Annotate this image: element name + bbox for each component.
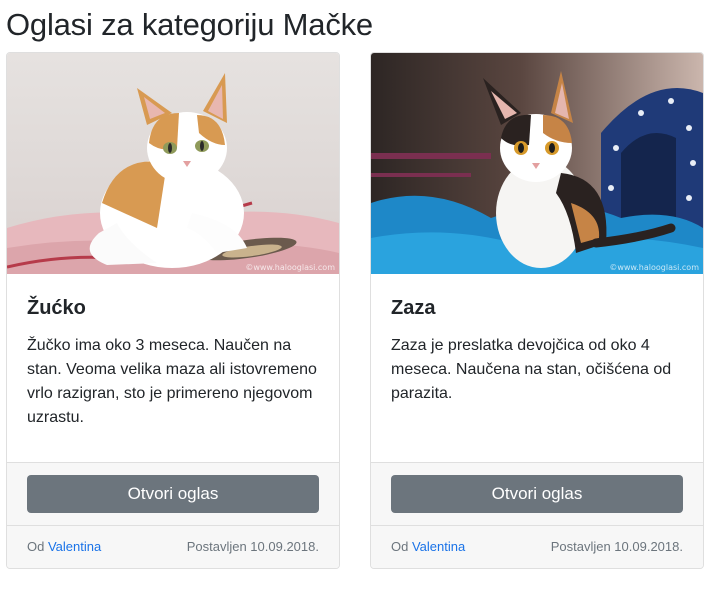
page-title: Oglasi za kategoriju Mačke <box>6 7 373 42</box>
ad-description: Žučko ima oko 3 meseca. Naučen na stan. … <box>27 337 317 426</box>
cat-photo-image <box>7 53 339 274</box>
ad-card-body: Žućko Žučko ima oko 3 meseca. Naučen na … <box>7 274 339 462</box>
ad-actions: Otvori oglas <box>7 462 339 526</box>
ad-card: ©www.halooglasi.com Zaza Zaza je preslat… <box>370 52 704 569</box>
image-watermark: ©www.halooglasi.com <box>245 263 335 272</box>
ad-title: Zaza <box>391 297 436 319</box>
by-label: Od <box>391 539 409 554</box>
by-label: Od <box>27 539 45 554</box>
ad-posted-date: Postavljen 10.09.2018. <box>550 539 683 554</box>
ad-actions: Otvori oglas <box>371 462 703 526</box>
ad-card-body: Zaza Zaza je preslatka devojčica od oko … <box>371 274 703 462</box>
ad-image[interactable]: ©www.halooglasi.com <box>371 53 703 274</box>
cat-photo-image <box>371 53 703 274</box>
ad-image[interactable]: ©www.halooglasi.com <box>7 53 339 274</box>
ad-author: Od Valentina <box>391 539 465 554</box>
ad-posted-date: Postavljen 10.09.2018. <box>186 539 319 554</box>
author-link[interactable]: Valentina <box>48 539 101 554</box>
author-link[interactable]: Valentina <box>412 539 465 554</box>
open-ad-button[interactable]: Otvori oglas <box>391 475 683 513</box>
image-watermark: ©www.halooglasi.com <box>609 263 699 272</box>
ad-author: Od Valentina <box>27 539 101 554</box>
open-ad-button[interactable]: Otvori oglas <box>27 475 319 513</box>
ad-title: Žućko <box>27 297 86 319</box>
ad-footer: Od Valentina Postavljen 10.09.2018. <box>7 526 339 568</box>
ad-footer: Od Valentina Postavljen 10.09.2018. <box>371 526 703 568</box>
ad-description: Zaza je preslatka devojčica od oko 4 mes… <box>391 337 672 402</box>
ad-card: ©www.halooglasi.com Žućko Žučko ima oko … <box>6 52 340 569</box>
